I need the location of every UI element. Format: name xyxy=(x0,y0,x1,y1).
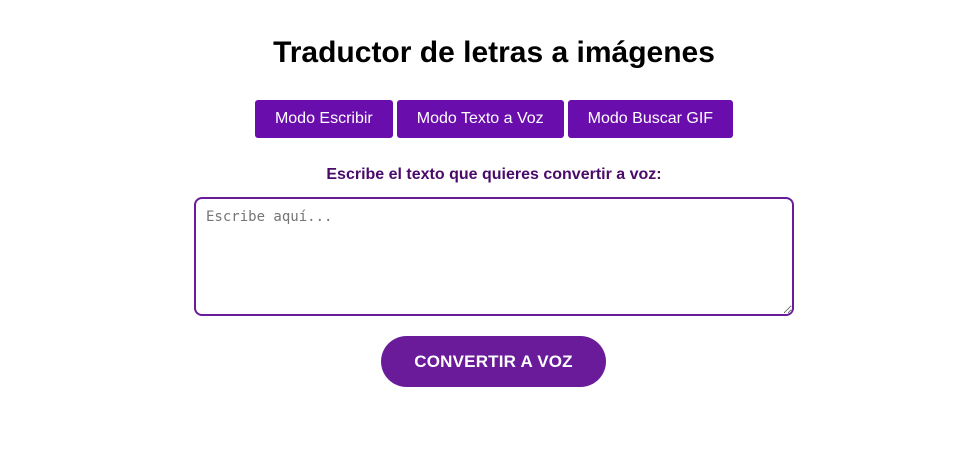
mode-write-button[interactable]: Modo Escribir xyxy=(254,100,393,138)
text-prompt-label: Escribe el texto que quieres convertir a… xyxy=(326,166,662,183)
page: Traductor de letras a imágenes Modo Escr… xyxy=(0,0,977,469)
mode-selector: Modo Escribir Modo Texto a Voz Modo Busc… xyxy=(0,100,977,138)
convert-to-speech-button[interactable]: CONVERTIR A VOZ xyxy=(381,336,606,387)
mode-search-gif-button[interactable]: Modo Buscar GIF xyxy=(567,100,734,138)
text-input[interactable] xyxy=(194,197,794,316)
page-title: Traductor de letras a imágenes xyxy=(273,36,715,69)
mode-text-to-speech-button[interactable]: Modo Texto a Voz xyxy=(396,100,564,138)
